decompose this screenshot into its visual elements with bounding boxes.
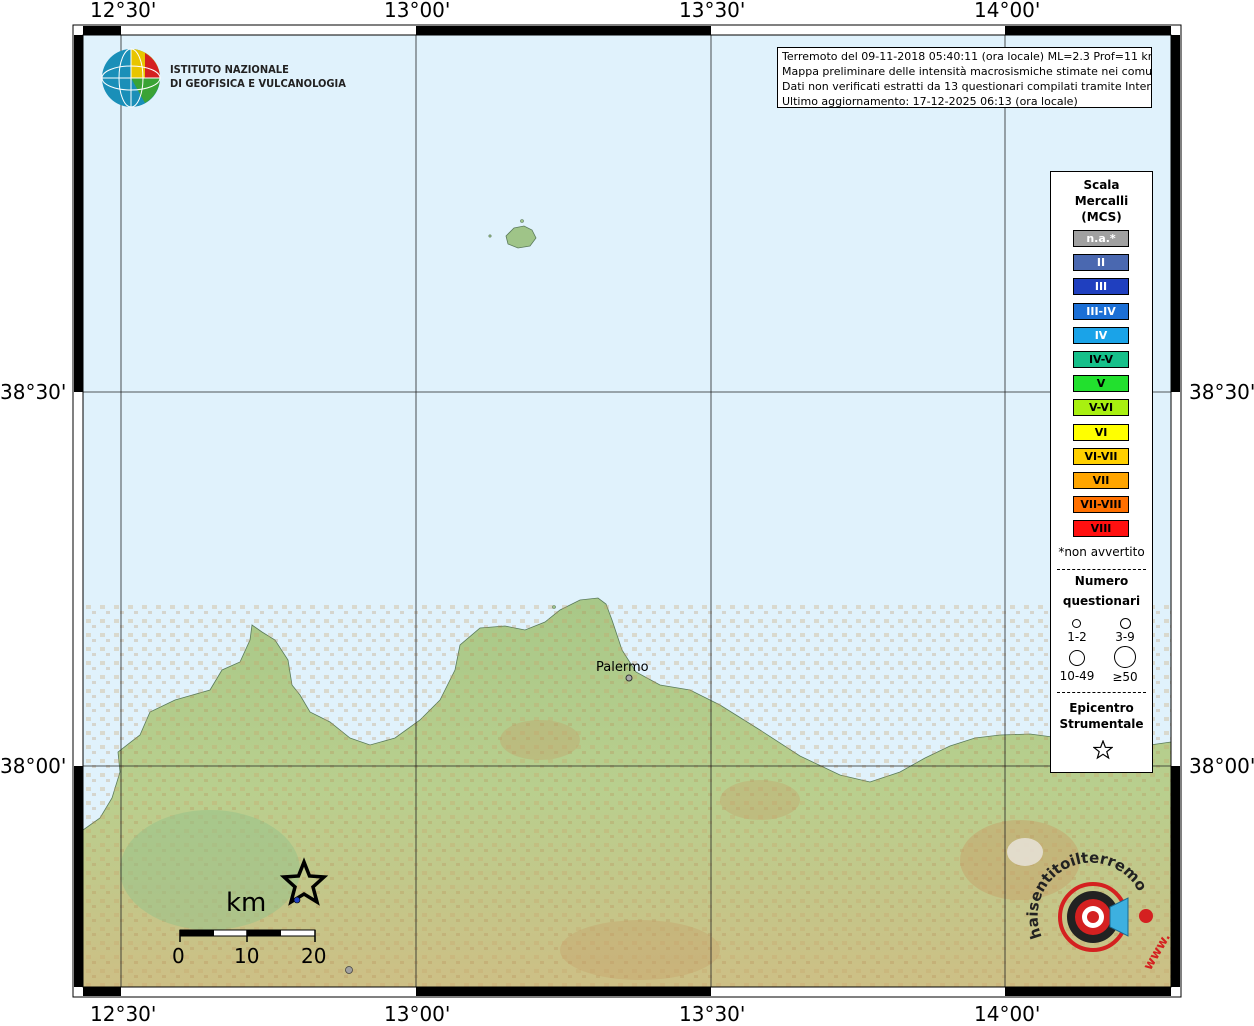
ingv-logo-text: ISTITUTO NAZIONALE DI GEOFISICA E VULCAN… <box>170 63 346 91</box>
scalebar-tick-label: 20 <box>301 944 327 968</box>
size-circle-3-9 <box>1120 618 1131 629</box>
lowland-area <box>120 810 300 930</box>
mcs-scale-item: II <box>1073 254 1129 272</box>
size-label: 1-2 <box>1067 630 1087 644</box>
size-label: ≥50 <box>1112 670 1138 684</box>
lat-label-right: 38°30' <box>1189 380 1254 404</box>
event-info-line: Ultimo aggiornamento: 17-12-2025 06:13 (… <box>782 95 1078 108</box>
lon-label-top: 14°00' <box>974 0 1041 22</box>
ingv-logo-icon <box>101 48 161 108</box>
islet <box>552 605 556 609</box>
legend-note: *non avvertito <box>1058 545 1145 559</box>
event-info-line: Mappa preliminare delle intensità macros… <box>782 65 1151 78</box>
mcs-scale-item: VII <box>1073 472 1129 489</box>
relief-area <box>720 780 800 820</box>
legend-title: Scala Mercalli (MCS) <box>1051 177 1152 225</box>
legend-divider <box>1057 692 1146 693</box>
legend-epicenter-title: Epicentro <box>1069 701 1134 715</box>
size-label: 10-49 <box>1059 669 1095 683</box>
mcs-scale-item: IV <box>1073 326 1129 344</box>
logo-line: DI GEOFISICA E VULCANOLOGIA <box>170 77 346 90</box>
logo-line: ISTITUTO NAZIONALE <box>170 63 289 76</box>
scalebar-tick-label: 0 <box>172 944 185 968</box>
lat-label-left: 38°30' <box>0 380 67 404</box>
islet <box>488 234 492 238</box>
legend-title-line: Scala <box>1083 178 1120 192</box>
mcs-scale-item: V <box>1073 375 1129 393</box>
legend-count-title: questionari <box>1062 594 1141 608</box>
islet <box>520 219 524 223</box>
legend-count-title: Numero <box>1074 574 1129 588</box>
size-circle-1-2 <box>1072 619 1081 628</box>
lon-label-bottom: 12°30' <box>90 1002 157 1026</box>
lon-label-top: 12°30' <box>90 0 157 22</box>
mcs-legend: Scala Mercalli (MCS) n.a.* II III III-IV IV I… <box>1050 171 1153 773</box>
watermark-text: haisentitoilterremoto.it <box>1020 845 1151 941</box>
intensity-point <box>293 896 301 904</box>
legend-star-icon <box>1093 740 1113 760</box>
legend-title-line: Mercalli <box>1074 194 1129 208</box>
mcs-scale-item: V-VI <box>1073 399 1129 417</box>
scalebar-tick-label: 10 <box>234 944 260 968</box>
lon-label-bottom: 13°00' <box>384 1002 451 1026</box>
questionnaire-point <box>345 966 353 974</box>
legend-epicenter-title: Strumentale <box>1059 717 1144 731</box>
lon-label-top: 13°30' <box>679 0 746 22</box>
event-info-box: Terremoto del 09-11-2018 05:40:11 (ora l… <box>777 47 1152 108</box>
event-info-line: Terremoto del 09-11-2018 05:40:11 (ora l… <box>782 50 1151 63</box>
mcs-scale-item: VII-VIII <box>1073 496 1129 514</box>
city-marker-palermo <box>625 674 633 682</box>
haisentito-watermark: haisentitoilterremoto.it www. <box>1020 845 1174 973</box>
mcs-scale-item: III <box>1073 278 1129 296</box>
relief-area <box>560 920 720 980</box>
city-label-palermo: Palermo <box>596 660 649 675</box>
mcs-scale-item: IV-V <box>1073 351 1129 368</box>
size-circle-10-49 <box>1069 650 1085 666</box>
mcs-scale-item: VI-VII <box>1073 447 1129 465</box>
scalebar-unit: km <box>226 888 267 918</box>
lon-label-bottom: 13°30' <box>679 1002 746 1026</box>
relief-area <box>500 720 580 760</box>
lat-label-left: 38°00' <box>0 754 67 778</box>
mcs-scale-item: VI <box>1073 423 1129 441</box>
size-label: 3-9 <box>1115 630 1135 644</box>
size-circle-50 <box>1114 646 1136 668</box>
svg-text:haisentitoilterremoto.it: haisentitoilterremoto.it <box>1020 845 1151 941</box>
mcs-scale-item: III-IV <box>1073 302 1129 320</box>
lon-label-top: 13°00' <box>384 0 451 22</box>
mcs-scale-item: n.a.* <box>1073 230 1129 247</box>
watermark-url: www. <box>1141 931 1174 973</box>
lat-label-right: 38°00' <box>1189 754 1254 778</box>
mcs-scale-item: VIII <box>1073 520 1129 538</box>
legend-title-line: (MCS) <box>1081 210 1122 224</box>
legend-divider <box>1057 569 1146 570</box>
event-info-line: Dati non verificati estratti da 13 quest… <box>782 80 1151 93</box>
lon-label-bottom: 14°00' <box>974 1002 1041 1026</box>
